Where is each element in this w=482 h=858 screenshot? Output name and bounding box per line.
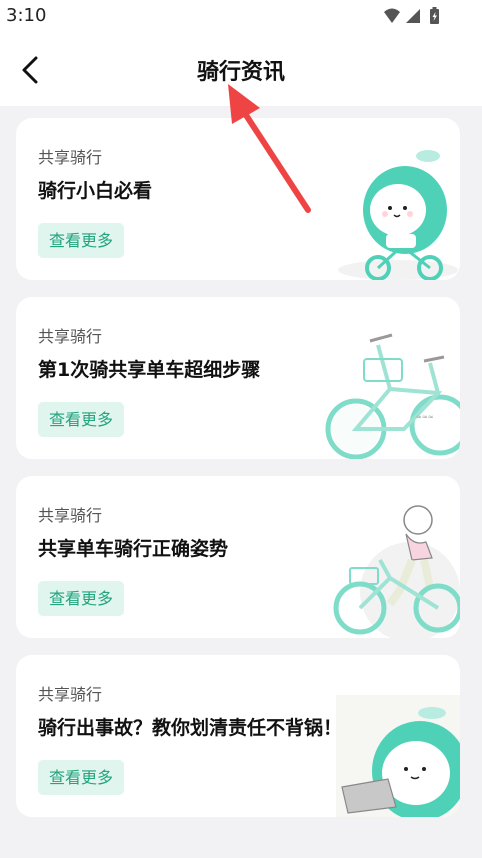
view-more-button[interactable]: 查看更多 [38,760,124,795]
article-title: 骑行出事故？教你划清责任不背锅！ [38,717,343,739]
status-icons [384,7,439,24]
wifi-icon [384,8,400,23]
signal-icon [406,9,420,23]
status-bar: 3:10 [0,0,482,34]
article-card[interactable]: 共享骑行 第1次骑共享单车超细步骤 查看更多 ≈≈≈ [16,297,460,459]
article-card[interactable]: 共享骑行 共享单车骑行正确姿势 查看更多 [16,476,460,638]
article-title: 第1次骑共享单车超细步骤 [38,359,261,381]
mascot-bike-illustration [338,150,458,280]
mascot-laptop-illustration [336,695,460,817]
article-category: 共享骑行 [38,327,103,346]
status-time: 3:10 [6,5,47,26]
article-category: 共享骑行 [38,506,103,525]
article-card[interactable]: 共享骑行 骑行小白必看 查看更多 [16,118,460,280]
battery-icon [430,7,439,24]
rider-illustration [333,505,460,638]
article-category: 共享骑行 [38,685,103,704]
article-category: 共享骑行 [38,148,103,167]
svg-text:≈≈≈: ≈≈≈ [416,413,434,421]
article-title: 共享单车骑行正确姿势 [38,538,229,560]
view-more-button[interactable]: 查看更多 [38,581,124,616]
article-card[interactable]: 共享骑行 骑行出事故？教你划清责任不背锅！ 查看更多 [16,655,460,817]
header: 骑行资讯 [0,34,482,106]
view-more-button[interactable]: 查看更多 [38,223,124,258]
bicycle-illustration: ≈≈≈ [325,333,460,459]
article-title: 骑行小白必看 [38,180,153,202]
view-more-button[interactable]: 查看更多 [38,402,124,437]
page-title: 骑行资讯 [196,60,285,85]
